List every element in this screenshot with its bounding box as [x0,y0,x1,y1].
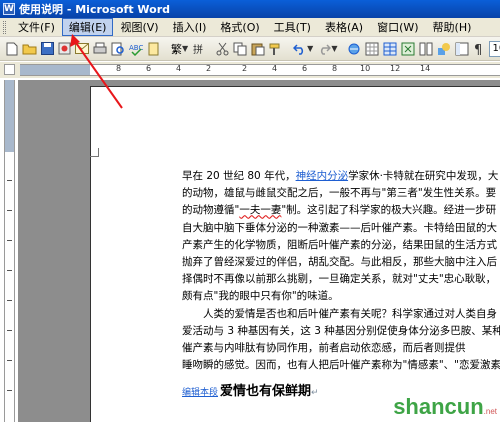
annotation-arrow-icon [70,34,123,109]
